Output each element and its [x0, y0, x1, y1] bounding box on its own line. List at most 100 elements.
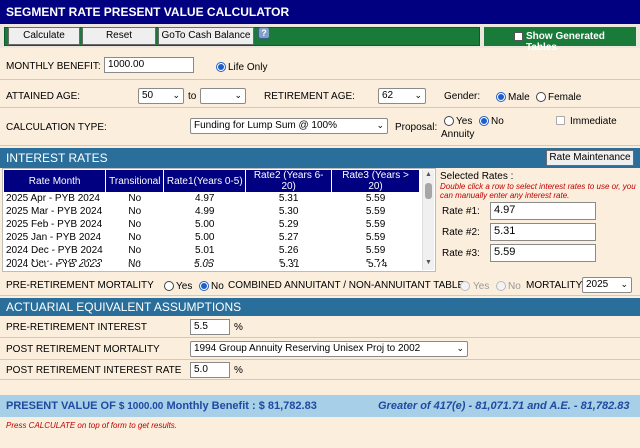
- rates-table-scrollbar[interactable]: ▲ ▼: [422, 170, 434, 270]
- attained-age-to-select[interactable]: ⌄: [200, 88, 246, 104]
- post-retirement-interest-input[interactable]: 5.0: [190, 362, 230, 378]
- column-header[interactable]: Rate Month: [4, 170, 107, 192]
- transitional: No: [105, 231, 164, 244]
- show-generated-tables-checkbox[interactable]: [514, 32, 523, 41]
- rate1: 5.00: [163, 231, 246, 244]
- proposal-yes-radio[interactable]: [444, 116, 454, 126]
- selected-rates-hint: Double click a row to select interest ra…: [440, 182, 636, 200]
- monthly-benefit-row: MONTHLY BENEFIT: 1000.00 Life Only: [0, 52, 640, 80]
- rate3: 5.59: [331, 231, 420, 244]
- attained-age-select[interactable]: 50 ⌄: [138, 88, 184, 104]
- rate3: 5.59: [331, 218, 420, 231]
- gender-female-radio[interactable]: [536, 92, 546, 102]
- column-header[interactable]: Transitional: [105, 170, 165, 192]
- scroll-down-icon[interactable]: ▼: [425, 259, 432, 266]
- gender-male-radio[interactable]: [496, 92, 506, 102]
- mortality-year-select[interactable]: 2025 ⌄: [582, 277, 632, 293]
- retirement-age-select[interactable]: 62 ⌄: [378, 88, 426, 104]
- transitional: No: [105, 192, 164, 205]
- percent-label: %: [234, 322, 243, 333]
- combined-yes-label: Yes: [473, 281, 490, 292]
- rate2: 5.31: [280, 262, 300, 270]
- rate-month: 2025 Apr - PYB 2024: [4, 192, 106, 205]
- table-row[interactable]: 2024 Dec - PYB 2024 No 5.01 5.26 5.59: [4, 244, 420, 257]
- chevron-down-icon: ⌄: [414, 90, 422, 100]
- proposal-label: Proposal:: [395, 122, 438, 133]
- present-value-text: PRESENT VALUE OF $ 1000.00 Monthly Benef…: [6, 400, 317, 412]
- immediate-annuity-checkbox[interactable]: [556, 116, 565, 125]
- pre-retirement-mortality-label: PRE-RETIREMENT MORTALITY: [6, 280, 154, 291]
- rate2-input[interactable]: 5.31: [490, 223, 596, 241]
- monthly-benefit-input[interactable]: 1000.00: [104, 57, 194, 73]
- rate3: 5.59: [331, 192, 420, 205]
- rate-month: 2025 Feb - PYB 2024: [4, 218, 106, 231]
- rate2: 5.27: [245, 231, 332, 244]
- rate3: 5.59: [331, 244, 420, 257]
- rate2: 5.31: [245, 192, 332, 205]
- chevron-down-icon: ⌄: [620, 279, 628, 289]
- present-value-bar: PRESENT VALUE OF $ 1000.00 Monthly Benef…: [0, 395, 640, 417]
- chevron-down-icon: ⌄: [376, 120, 384, 130]
- table-row[interactable]: 2025 Jan - PYB 2024 No 5.00 5.27 5.59: [4, 231, 420, 244]
- table-row[interactable]: 2025 Feb - PYB 2024 No 5.00 5.29 5.59: [4, 218, 420, 231]
- immediate-label: Immediate: [570, 116, 617, 127]
- calculation-type-select[interactable]: Funding for Lump Sum @ 100% ⌄: [190, 118, 388, 134]
- rate1-input[interactable]: 4.97: [490, 202, 596, 220]
- page-title: SEGMENT RATE PRESENT VALUE CALCULATOR: [0, 0, 640, 24]
- rate-month: 2024 Oct - PYB 2023: [6, 262, 101, 270]
- pre-mortality-no-label: No: [211, 281, 224, 292]
- show-generated-tables-toggle[interactable]: Show Generated Tables: [484, 27, 636, 53]
- rate1: 4.99: [163, 205, 246, 218]
- combined-yes-radio[interactable]: [460, 281, 470, 291]
- pre-mortality-no-radio[interactable]: [199, 281, 209, 291]
- rates-table-header: Rate Month Transitional Rate1(Years 0-5)…: [4, 170, 420, 192]
- rate1: 5.01: [163, 244, 246, 257]
- pre-mortality-yes-label: Yes: [176, 281, 193, 292]
- retirement-age-label: RETIREMENT AGE:: [264, 91, 355, 102]
- calculation-type-label: CALCULATION TYPE:: [6, 122, 107, 133]
- help-icon[interactable]: ?: [258, 27, 270, 39]
- calculate-button[interactable]: Calculate: [8, 27, 80, 45]
- pre-mortality-yes-radio[interactable]: [164, 281, 174, 291]
- show-generated-tables-label: Show Generated Tables: [526, 31, 605, 53]
- post-retirement-interest-row: POST RETIREMENT INTEREST RATE 5.0 %: [0, 360, 640, 380]
- rate-month: 2025 Mar - PYB 2024: [4, 205, 106, 218]
- rate-maintenance-button[interactable]: Rate Maintenance: [546, 150, 634, 166]
- rate3-input[interactable]: 5.59: [490, 244, 596, 262]
- chevron-down-icon: ⌄: [172, 90, 180, 100]
- post-retirement-mortality-select[interactable]: 1994 Group Annuity Reserving Unisex Proj…: [190, 341, 468, 357]
- table-row[interactable]: 2025 Mar - PYB 2024 No 4.99 5.30 5.59: [4, 205, 420, 218]
- rate3: 5.59: [331, 205, 420, 218]
- scroll-up-icon[interactable]: ▲: [425, 171, 432, 178]
- scrollbar-thumb[interactable]: [425, 183, 432, 199]
- transitional: No: [105, 205, 164, 218]
- life-only-radio[interactable]: [216, 62, 226, 72]
- rate1: 5.05: [194, 262, 214, 270]
- greater-of-text: Greater of 417(e) - 81,071.71 and A.E. -…: [378, 400, 630, 412]
- reset-button[interactable]: Reset: [82, 27, 156, 45]
- interest-rates-header: INTEREST RATES: [0, 148, 640, 168]
- annuity-label: Annuity: [441, 129, 475, 140]
- mortality-label: MORTALITY: [526, 280, 583, 291]
- column-header[interactable]: Rate1(Years 0-5): [163, 170, 247, 192]
- pre-retirement-interest-row: PRE-RETIREMENT INTEREST 5.5 %: [0, 316, 640, 338]
- pre-retirement-interest-input[interactable]: 5.5: [190, 319, 230, 335]
- combined-no-radio[interactable]: [496, 281, 506, 291]
- post-retirement-interest-label: POST RETIREMENT INTEREST RATE: [6, 365, 182, 376]
- post-retirement-mortality-label: POST RETIREMENT MORTALITY: [6, 344, 160, 355]
- rate-month: 2024 Dec - PYB 2024: [4, 244, 106, 257]
- table-row[interactable]: 2025 Apr - PYB 2024 No 4.97 5.31 5.59: [4, 192, 420, 205]
- post-retirement-mortality-row: POST RETIREMENT MORTALITY 1994 Group Ann…: [0, 338, 640, 360]
- rate1: 4.97: [163, 192, 246, 205]
- table-row[interactable]: 2024 Oct - PYB 2023 No 5.05 5.31 5.74: [4, 262, 420, 270]
- attained-age-label: ATTAINED AGE:: [6, 91, 81, 102]
- rate2: 5.30: [245, 205, 332, 218]
- column-header[interactable]: Rate3 (Years > 20): [331, 170, 420, 192]
- actuarial-assumptions-heading: ACTUARIAL EQUIVALENT ASSUMPTIONS: [6, 300, 242, 314]
- column-header[interactable]: Rate2 (Years 6-20): [245, 170, 333, 192]
- goto-cash-balance-button[interactable]: GoTo Cash Balance: [158, 27, 254, 45]
- selected-rates-panel: Selected Rates : Double click a row to s…: [438, 168, 638, 272]
- gender-label: Gender:: [444, 91, 481, 102]
- rate1-label: Rate #1:: [442, 206, 480, 217]
- proposal-no-radio[interactable]: [479, 116, 489, 126]
